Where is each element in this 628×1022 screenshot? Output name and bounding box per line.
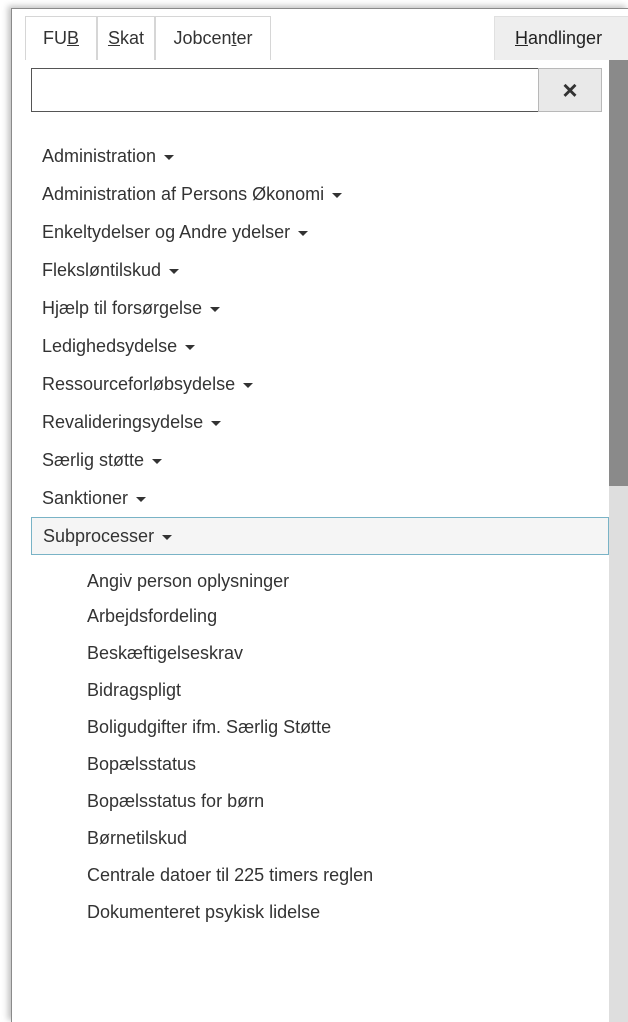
menu-item-sanktioner[interactable]: Sanktioner <box>42 481 147 515</box>
submenu-item-label: Boligudgifter ifm. Særlig Støtte <box>87 716 332 737</box>
caret-down-icon <box>332 193 343 198</box>
submenu-item-label: Beskæftigelseskrav <box>87 642 244 663</box>
clear-search-button[interactable]: × <box>538 68 602 112</box>
submenu-item-bopaelsstatus[interactable]: Bopælsstatus <box>87 747 196 781</box>
tab-fub[interactable]: FUB <box>25 16 97 60</box>
menu-item-label: Sanktioner <box>42 487 129 508</box>
menu-item-label: Fleksløntilskud <box>42 259 162 280</box>
menu-item-label: Revalideringsydelse <box>42 411 204 432</box>
submenu-item-label: Centrale datoer til 225 timers reglen <box>87 864 374 885</box>
menu-item-subprocesser[interactable]: Subprocesser <box>31 517 609 555</box>
submenu-item-dokumenteret-psykisk-lidelse[interactable]: Dokumenteret psykisk lidelse <box>87 895 320 929</box>
caret-down-icon <box>152 459 163 464</box>
menu-item-enkeltydelser[interactable]: Enkeltydelser og Andre ydelser <box>42 215 309 249</box>
submenu-item-label: Børnetilskud <box>87 827 188 848</box>
tab-skat[interactable]: Skat <box>97 16 155 60</box>
submenu-item-bornetilskud[interactable]: Børnetilskud <box>87 821 187 855</box>
menu-item-label: Ledighedsydelse <box>42 335 178 356</box>
caret-down-icon <box>298 231 309 236</box>
tab-handlinger[interactable]: Handlinger <box>494 16 628 60</box>
menu-item-label: Administration af Persons Økonomi <box>42 183 325 204</box>
submenu-item-boligudgifter[interactable]: Boligudgifter ifm. Særlig Støtte <box>87 710 331 744</box>
submenu-item-beskaeftigelseskrav[interactable]: Beskæftigelseskrav <box>87 636 243 670</box>
tab-jobcenter-label: Jobcenter <box>173 28 253 48</box>
submenu-item-label: Angiv person oplysninger <box>87 570 290 591</box>
menu-panel: FUB Skat Jobcenter Handlinger × Administ… <box>11 8 628 1022</box>
caret-down-icon <box>185 345 196 350</box>
submenu-item-bidragspligt[interactable]: Bidragspligt <box>87 673 181 707</box>
submenu-item-label: Bopælsstatus <box>87 753 197 774</box>
menu-item-administration[interactable]: Administration <box>42 139 175 173</box>
menu-item-saerlig-stotte[interactable]: Særlig støtte <box>42 443 163 477</box>
close-icon: × <box>562 75 578 105</box>
search-bar: × <box>31 68 602 112</box>
submenu-item-centrale-datoer[interactable]: Centrale datoer til 225 timers reglen <box>87 858 373 892</box>
menu-item-ressourceforlobsydelse[interactable]: Ressourceforløbsydelse <box>42 367 254 401</box>
menu-item-revalideringsydelse[interactable]: Revalideringsydelse <box>42 405 222 439</box>
menu-item-ledighedsydelse[interactable]: Ledighedsydelse <box>42 329 196 363</box>
submenu-item-label: Arbejdsfordeling <box>87 605 218 626</box>
tab-fub-label: FUB <box>42 28 79 48</box>
caret-down-icon <box>136 497 147 502</box>
caret-down-icon <box>210 307 221 312</box>
tab-jobcenter[interactable]: Jobcenter <box>155 16 271 60</box>
scrollbar-thumb[interactable] <box>609 60 628 486</box>
search-input[interactable] <box>31 68 538 112</box>
tab-bar: FUB Skat Jobcenter Handlinger <box>25 16 628 60</box>
menu-item-label: Ressourceforløbsydelse <box>42 373 236 394</box>
menu-item-label: Hjælp til forsørgelse <box>42 297 203 318</box>
caret-down-icon <box>169 269 180 274</box>
submenu-item-arbejdsfordeling[interactable]: Arbejdsfordeling <box>87 599 217 633</box>
submenu-item-label: Bidragspligt <box>87 679 182 700</box>
submenu-item-label: Bopælsstatus for børn <box>87 790 265 811</box>
menu-item-label: Administration <box>42 145 157 166</box>
tab-skat-label: Skat <box>107 28 145 48</box>
submenu-item-bopaelsstatus-for-born[interactable]: Bopælsstatus for børn <box>87 784 264 818</box>
caret-down-icon <box>164 155 175 160</box>
menu-item-hjaelp-til-forsorgelse[interactable]: Hjælp til forsørgelse <box>42 291 221 325</box>
caret-down-icon <box>162 535 173 540</box>
menu-item-label: Subprocesser <box>43 525 155 546</box>
menu-item-label: Enkeltydelser og Andre ydelser <box>42 221 291 242</box>
caret-down-icon <box>243 383 254 388</box>
submenu-item-label: Dokumenteret psykisk lidelse <box>87 901 321 922</box>
menu-item-administration-af-persons-okonomi[interactable]: Administration af Persons Økonomi <box>42 177 343 211</box>
caret-down-icon <box>211 421 222 426</box>
submenu-item-angiv-person-oplysninger[interactable]: Angiv person oplysninger <box>87 564 289 598</box>
scrollbar[interactable] <box>609 60 628 1022</box>
tab-handlinger-label: Handlinger <box>515 28 603 48</box>
menu-item-label: Særlig støtte <box>42 449 145 470</box>
menu-item-flekslontilskud[interactable]: Fleksløntilskud <box>42 253 180 287</box>
